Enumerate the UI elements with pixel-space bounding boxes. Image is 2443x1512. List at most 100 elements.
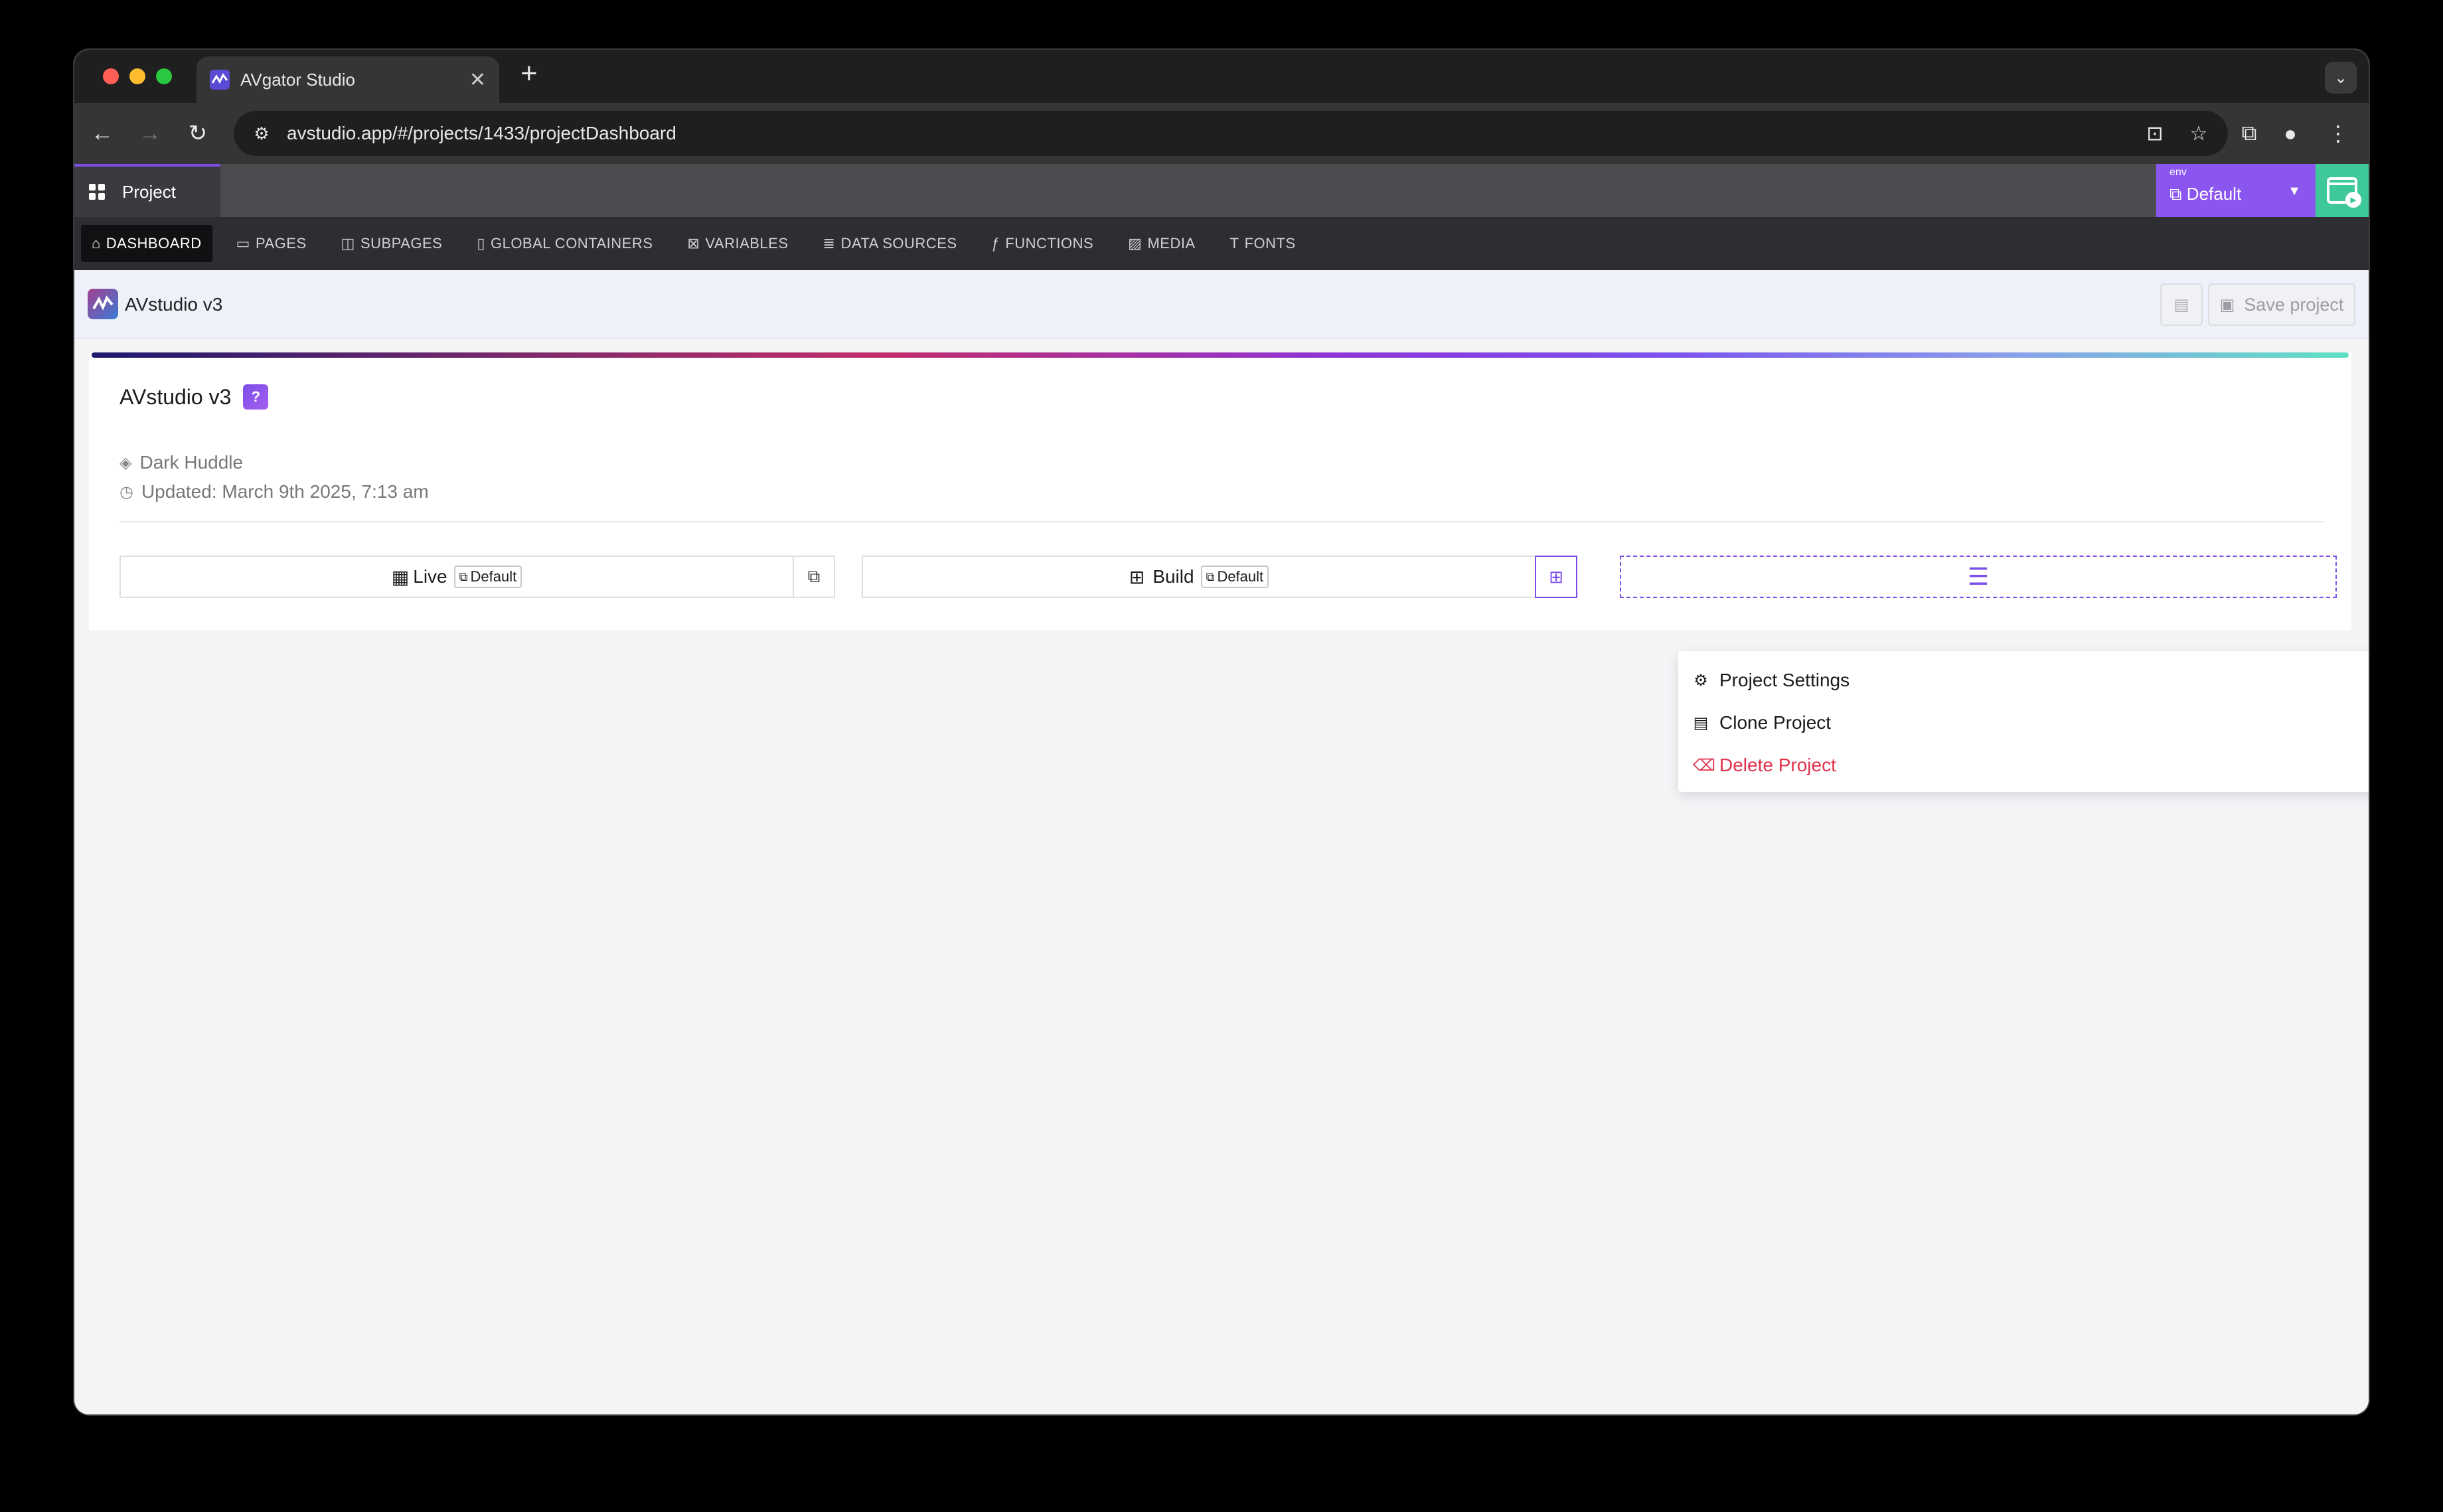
gradient-bar [92, 352, 2349, 358]
reload-button[interactable]: ↻ [182, 117, 214, 149]
page-icon: ▭ [236, 235, 250, 252]
menu-item-label: Project Settings [1719, 670, 1850, 690]
nav-item-data-sources[interactable]: ≣ DATA SOURCES [813, 225, 968, 262]
nav-item-label: DATA SOURCES [840, 235, 957, 252]
project-title: AVstudio v3 ? [119, 384, 269, 410]
menu-item-clone-project[interactable]: ▤ Clone Project [1678, 702, 2369, 744]
browser-tab[interactable]: AVgator Studio ✕ [197, 56, 499, 103]
home-icon: ⌂ [92, 235, 101, 252]
env-value: ⧉ Default [2169, 184, 2242, 204]
url-text: avstudio.app/#/projects/1433/projectDash… [287, 123, 676, 143]
menu-item-label: Clone Project [1719, 712, 1832, 733]
nav-item-label: FUNCTIONS [1005, 235, 1094, 252]
copy-icon: ⧉ [807, 566, 821, 586]
tab-search-button[interactable]: ⌄ [2325, 62, 2357, 94]
nav-item-pages[interactable]: ▭ PAGES [226, 225, 317, 262]
env-label: env [2169, 167, 2187, 178]
new-tab-button[interactable]: + [520, 59, 538, 88]
hamburger-icon: ☰ [1967, 563, 1990, 590]
package-icon: ▤ [2173, 295, 2189, 314]
function-icon: ƒ [991, 235, 1000, 252]
nav-item-label: SUBPAGES [360, 235, 443, 252]
clipboard-icon: ▤ [1693, 714, 1709, 732]
nav-item-label: FONTS [1244, 235, 1296, 252]
install-app-icon[interactable]: ⊡ [2140, 122, 2169, 145]
live-button[interactable]: ▦ Live ⧉ Default [119, 556, 794, 598]
nav-item-label: DASHBOARD [106, 235, 202, 252]
site-info-icon[interactable]: ⚙ [246, 123, 277, 144]
traffic-lights [103, 68, 172, 84]
nav-item-functions[interactable]: ƒ FUNCTIONS [981, 225, 1105, 262]
tab-close-icon[interactable]: ✕ [469, 68, 486, 92]
caret-down-icon: ▼ [2288, 184, 2301, 198]
blocks-icon: ⊞ [1129, 566, 1145, 587]
nav-item-subpages[interactable]: ◫ SUBPAGES [331, 225, 453, 262]
chevron-down-icon: ⌄ [2333, 68, 2348, 87]
live-clone-button[interactable]: ⧉ [793, 556, 835, 598]
help-badge[interactable]: ? [243, 384, 269, 410]
trash-icon: ⌫ [1693, 756, 1715, 775]
image-icon: ▨ [1128, 235, 1143, 252]
copy-icon: ⧉ [1206, 569, 1215, 583]
nav-item-global-containers[interactable]: ▯ GLOBAL CONTAINERS [466, 225, 663, 262]
address-bar[interactable]: ⚙ avstudio.app/#/projects/1433/projectDa… [234, 111, 2228, 156]
preview-run-button[interactable]: ▶ [2316, 164, 2369, 217]
paint-bucket-icon: ◈ [119, 453, 132, 472]
nav-item-media[interactable]: ▨ MEDIA [1117, 225, 1206, 262]
copy-icon: ⧉ [459, 569, 468, 583]
tab-strip: AVgator Studio ✕ + ⌄ [74, 50, 2369, 103]
main-nav: ⌂ DASHBOARD ▭ PAGES ◫ SUBPAGES ▯ GLOBAL CONTAIN… [74, 217, 2369, 270]
subpage-icon: ◫ [341, 235, 355, 252]
export-button[interactable]: ▤ [2160, 283, 2203, 326]
tab-title: AVgator Studio [240, 69, 355, 90]
gear-icon: ⚙ [1694, 671, 1708, 690]
avstudio-logo [88, 289, 118, 319]
arrow-left-icon: ← [91, 120, 114, 146]
build-button[interactable]: ⊞ Build ⧉ Default [862, 556, 1536, 598]
env-select[interactable]: env ⧉ Default ▼ [2156, 164, 2316, 217]
app-top-bar: Project env ⧉ Default ▼ ▶ [74, 164, 2369, 217]
back-button[interactable]: ← [86, 117, 118, 149]
browser-toolbar: ← → ↻ ⚙ avstudio.app/#/projects/1433/pro… [74, 103, 2369, 164]
variable-icon: ⊠ [687, 235, 700, 252]
nav-item-fonts[interactable]: T FONTS [1220, 225, 1306, 262]
save-label: Save project [2244, 294, 2344, 315]
profile-icon[interactable]: ● [2274, 117, 2306, 149]
nav-item-label: PAGES [255, 235, 307, 252]
menu-item-delete-project[interactable]: ⌫ Delete Project [1678, 744, 2369, 787]
minimize-window-button[interactable] [129, 68, 145, 84]
extensions-icon[interactable]: ⧉ [2233, 117, 2265, 149]
project-tab-label: Project [122, 181, 176, 202]
bookmark-star-icon[interactable]: ☆ [2184, 122, 2213, 145]
live-env-chip: ⧉ Default [453, 566, 522, 588]
build-options-button[interactable]: ⊞ [1535, 556, 1577, 598]
blocks-icon: ⊞ [1549, 566, 1563, 587]
project-card: AVstudio v3 ? ◈ Dark Huddle ◷ Updated: M… [89, 352, 2351, 630]
nav-item-label: VARIABLES [705, 235, 789, 252]
divider [119, 521, 2324, 522]
project-theme: ◈ Dark Huddle [119, 452, 244, 473]
menu-item-project-settings[interactable]: ⚙ Project Settings [1678, 659, 2369, 702]
project-tab[interactable]: Project [74, 164, 220, 217]
maximize-window-button[interactable] [156, 68, 172, 84]
browser-window: AVgator Studio ✕ + ⌄ ← → ↻ ⚙ avstudio.ap… [74, 50, 2369, 1414]
window-play-icon: ▶ [2327, 177, 2361, 208]
grid-icon [89, 184, 105, 200]
project-menu-toggle[interactable]: ☰ [1620, 556, 2337, 598]
nav-item-variables[interactable]: ⊠ VARIABLES [676, 225, 799, 262]
menu-item-label: Delete Project [1719, 755, 1836, 775]
save-icon: ▣ [2219, 295, 2235, 314]
close-window-button[interactable] [103, 68, 119, 84]
database-icon: ≣ [823, 235, 836, 252]
project-header: AVstudio v3 ▤ ▣ Save project [74, 270, 2369, 339]
forward-button[interactable]: → [134, 117, 166, 149]
nav-item-dashboard[interactable]: ⌂ DASHBOARD [81, 225, 212, 262]
save-project-button[interactable]: ▣ Save project [2208, 283, 2355, 326]
container-icon: ▯ [477, 235, 485, 252]
project-updated: ◷ Updated: March 9th 2025, 7:13 am [119, 481, 429, 502]
nav-item-label: GLOBAL CONTAINERS [490, 235, 653, 252]
kebab-menu-icon[interactable]: ⋮ [2322, 117, 2354, 149]
arrow-right-icon: → [139, 120, 161, 146]
header-project-name: AVstudio v3 [125, 294, 223, 315]
avgator-favicon-icon [210, 70, 230, 90]
